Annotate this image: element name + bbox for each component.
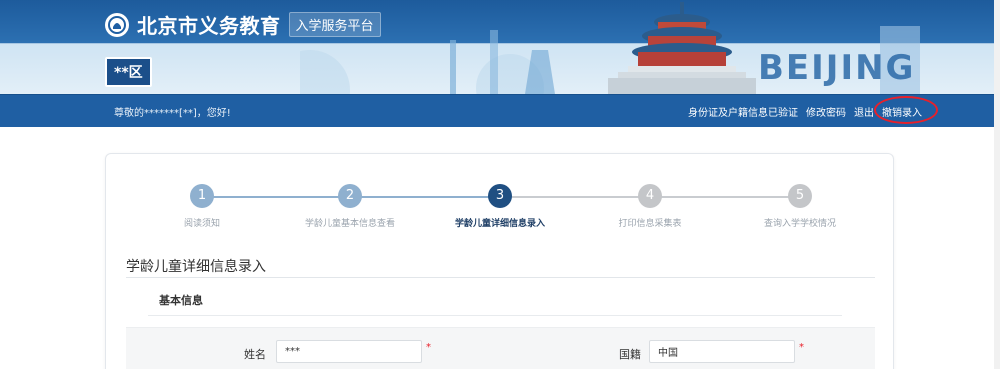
highlight-circle-annotation (874, 96, 938, 124)
user-nav-bar: 尊敬的*******[**]，您好! 身份证及户籍信息已验证 修改密码 退出 撤… (0, 94, 1000, 127)
step-2-number: 2 (338, 184, 362, 208)
logout-link[interactable]: 退出 (854, 104, 874, 119)
subsection-title: 基本信息 (159, 294, 203, 307)
nationality-required-mark: * (799, 342, 804, 353)
name-required-mark: * (426, 342, 431, 353)
step-3-number: 3 (488, 184, 512, 208)
progress-stepper: 1 阅读须知 2 学龄儿童基本信息查看 3 学龄儿童详细信息录入 4 打印信息采… (106, 184, 895, 234)
step-1[interactable]: 1 阅读须知 (127, 184, 277, 229)
platform-subtitle: 入学服务平台 (288, 12, 381, 37)
basic-info-form: 姓名 * 国籍 * (126, 327, 875, 369)
nationality-label: 国籍 (619, 348, 641, 361)
id-verified-status: 身份证及户籍信息已验证 (688, 108, 798, 119)
step-5-label: 查询入学学校情况 (763, 219, 836, 229)
cancel-entry-link[interactable]: 撤销录入 (874, 96, 938, 124)
step-4: 4 打印信息采集表 (575, 184, 725, 229)
step-4-number: 4 (638, 184, 662, 208)
beijing-banner-word: BEIJING (758, 48, 916, 88)
step-2[interactable]: 2 学龄儿童基本信息查看 (275, 184, 425, 229)
step-2-label: 学龄儿童基本信息查看 (304, 219, 395, 229)
step-5-number: 5 (788, 184, 812, 208)
section-title: 学龄儿童详细信息录入 (126, 259, 266, 275)
platform-name: 北京市义务教育 (137, 14, 281, 38)
step-3[interactable]: 3 学龄儿童详细信息录入 (425, 184, 575, 229)
district-badge: **区 (105, 57, 152, 87)
step-4-label: 打印信息采集表 (618, 219, 682, 229)
subsection-divider (148, 315, 842, 316)
name-input[interactable] (276, 340, 422, 363)
nationality-select[interactable] (649, 340, 795, 363)
step-1-number: 1 (190, 184, 214, 208)
header-banner: 北京市义务教育 入学服务平台 **区 BEIJING (0, 0, 1000, 94)
page: 北京市义务教育 入学服务平台 **区 BEIJING 尊敬的*******[**… (0, 0, 1000, 369)
step-3-label: 学龄儿童详细信息录入 (454, 219, 545, 229)
step-1-label: 阅读须知 (183, 219, 220, 229)
section-divider (126, 277, 875, 278)
nav-links: 身份证及户籍信息已验证 修改密码 退出 撤销录入 (680, 96, 938, 124)
beijing-emblem-icon (105, 12, 129, 37)
platform-logo[interactable]: 北京市义务教育 入学服务平台 (105, 10, 381, 39)
page-scrollbar[interactable] (994, 0, 1000, 369)
change-password-link[interactable]: 修改密码 (806, 104, 846, 119)
user-greeting: 尊敬的*******[**]，您好! (114, 108, 231, 119)
name-label: 姓名 (244, 348, 266, 361)
step-5: 5 查询入学学校情况 (725, 184, 875, 229)
content-card: 1 阅读须知 2 学龄儿童基本信息查看 3 学龄儿童详细信息录入 4 打印信息采… (105, 153, 894, 369)
